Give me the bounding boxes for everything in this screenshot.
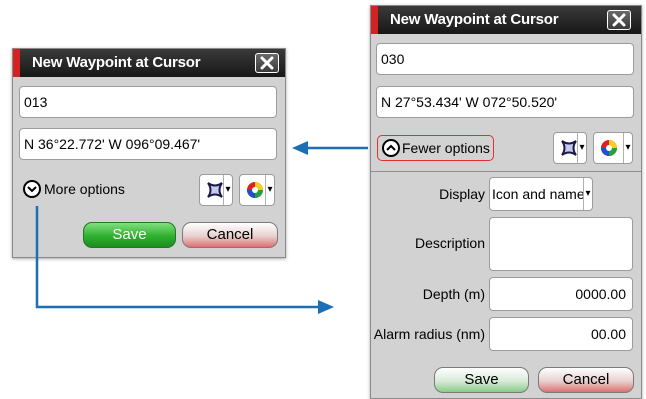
alarm-radius-field[interactable]: 00.00 <box>489 317 633 351</box>
options-divider <box>371 171 641 172</box>
save-button[interactable]: Save <box>434 367 529 393</box>
dialog-title-bar: New Waypoint at Cursor <box>371 6 641 34</box>
depth-value: 0000.00 <box>575 286 626 302</box>
dialog-title: New Waypoint at Cursor <box>390 11 559 28</box>
cancel-button[interactable]: Cancel <box>538 367 634 393</box>
depth-label: Depth (m) <box>422 286 485 302</box>
display-value: Icon and name <box>492 186 585 202</box>
alarm-radius-label: Alarm radius (nm) <box>373 326 485 342</box>
dropdown-arrow-icon: ▾ <box>623 133 632 163</box>
title-accent <box>371 6 378 34</box>
close-button[interactable] <box>607 10 631 30</box>
color-wheel-icon <box>601 140 617 156</box>
fewer-options-label: Fewer options <box>402 140 490 156</box>
depth-field[interactable]: 0000.00 <box>489 277 633 311</box>
waypoint-name-field[interactable]: 030 <box>376 43 634 75</box>
arrow-to-expanded-dialog <box>35 206 320 309</box>
close-icon <box>612 13 626 27</box>
waypoint-symbol-icon <box>561 140 577 156</box>
arrow-to-expanded-dialog-head <box>318 300 334 314</box>
dropdown-arrow-icon: ▾ <box>577 133 586 163</box>
waypoint-color-button[interactable]: ▾ <box>593 132 633 164</box>
waypoint-position-field[interactable]: N 27°53.434' W 072°50.520' <box>376 86 634 118</box>
description-field[interactable] <box>489 217 633 271</box>
alarm-radius-value: 00.00 <box>590 326 626 342</box>
new-waypoint-dialog-expanded: New Waypoint at Cursor 030 N 27°53.434' … <box>370 5 642 399</box>
chevron-up-icon <box>382 139 400 157</box>
dropdown-arrow-icon: ▾ <box>583 178 592 210</box>
arrow-to-compact-dialog-head <box>292 141 308 155</box>
fewer-options-toggle[interactable]: Fewer options <box>377 135 494 161</box>
waypoint-name-value: 030 <box>381 51 405 67</box>
description-label: Description <box>414 235 485 251</box>
waypoint-position-value: N 27°53.434' W 072°50.520' <box>381 94 558 110</box>
waypoint-symbol-button[interactable]: ▾ <box>553 132 587 164</box>
display-label: Display <box>439 186 485 202</box>
display-select[interactable]: Icon and name ▾ <box>489 177 593 211</box>
